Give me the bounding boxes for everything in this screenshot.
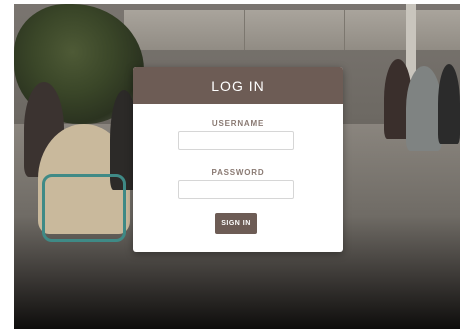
background-person	[406, 66, 442, 151]
password-label: PASSWORD	[211, 168, 265, 177]
username-input[interactable]	[178, 131, 294, 150]
background-person	[438, 64, 460, 144]
username-label: USERNAME	[211, 119, 265, 128]
background-chair	[42, 174, 126, 242]
wall-seam	[244, 10, 245, 50]
password-input[interactable]	[178, 180, 294, 199]
login-dialog-header: LOG IN	[133, 67, 343, 104]
wall-seam	[344, 10, 345, 50]
sign-in-button[interactable]: SIGN IN	[215, 213, 257, 234]
login-dialog: LOG IN USERNAME PASSWORD SIGN IN	[133, 67, 343, 252]
login-title: LOG IN	[211, 77, 265, 94]
